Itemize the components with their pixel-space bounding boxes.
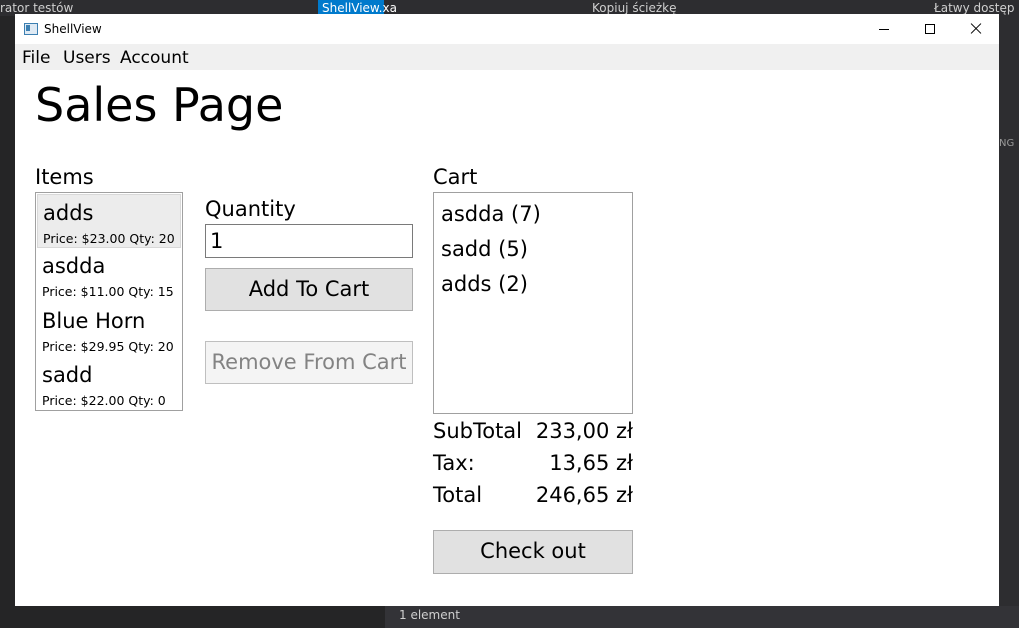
cart-list[interactable]: asdda (7) sadd (5) adds (2)	[433, 192, 633, 414]
item-price-qty: Price: $22.00 Qty: 0	[42, 393, 166, 408]
menu-account[interactable]: Account	[120, 48, 189, 68]
ide-tab-label[interactable]: rator testów	[0, 1, 73, 15]
items-label: Items	[35, 165, 94, 189]
ide-toolbar-easy-access[interactable]: Łatwy dostęp	[934, 1, 1014, 15]
app-icon	[24, 23, 38, 35]
remove-from-cart-button[interactable]: Remove From Cart	[205, 341, 413, 384]
title-bar[interactable]: ShellView	[15, 14, 999, 44]
item-name: sadd	[42, 363, 93, 387]
list-item[interactable]: sadd Price: $22.00 Qty: 0	[37, 357, 181, 411]
ide-right-text: NG	[999, 138, 1015, 149]
check-out-button[interactable]: Check out	[433, 530, 633, 574]
menu-file[interactable]: File	[22, 48, 50, 68]
list-item[interactable]: asdda Price: $11.00 Qty: 15	[37, 248, 181, 302]
list-item[interactable]: Blue Horn Price: $29.95 Qty: 20	[37, 303, 181, 357]
item-price-qty: Price: $29.95 Qty: 20	[42, 339, 174, 354]
ide-right-panel: NG	[999, 16, 1019, 628]
total-value: 246,65 zł	[535, 483, 633, 507]
subtotal-value: 233,00 zł	[535, 419, 633, 443]
list-item[interactable]: adds Price: $23.00 Qty: 20	[37, 194, 181, 248]
quantity-label: Quantity	[205, 197, 296, 221]
quantity-input[interactable]: 1	[205, 224, 413, 258]
close-button[interactable]	[953, 14, 999, 44]
item-price-qty: Price: $11.00 Qty: 15	[42, 284, 174, 299]
maximize-button[interactable]	[907, 14, 953, 44]
total-label: Total	[433, 483, 483, 507]
item-price-qty: Price: $23.00 Qty: 20	[43, 231, 175, 246]
tax-value: 13,65 zł	[549, 451, 633, 475]
item-name: Blue Horn	[42, 309, 146, 333]
status-text: 1 element	[399, 608, 460, 622]
tax-label: Tax:	[433, 451, 475, 475]
cart-item[interactable]: asdda (7)	[441, 202, 541, 226]
page-title: Sales Page	[35, 78, 284, 132]
ide-toolbar-copy-path[interactable]: Kopiuj ścieżkę	[592, 1, 677, 15]
items-list[interactable]: adds Price: $23.00 Qty: 20 asdda Price: …	[35, 192, 183, 411]
subtotal-label: SubTotal	[433, 419, 523, 443]
window-title: ShellView	[44, 22, 102, 36]
ide-left-panel	[0, 16, 15, 628]
shell-window: ShellView File Users Account Sales Page …	[15, 14, 999, 606]
add-to-cart-button[interactable]: Add To Cart	[205, 268, 413, 311]
minimize-button[interactable]	[861, 14, 907, 44]
item-name: asdda	[42, 254, 106, 278]
menu-users[interactable]: Users	[63, 48, 111, 68]
cart-item[interactable]: sadd (5)	[441, 237, 528, 261]
item-name: adds	[43, 201, 94, 225]
menu-bar: File Users Account	[15, 44, 999, 70]
cart-label: Cart	[433, 165, 478, 189]
cart-item[interactable]: adds (2)	[441, 272, 528, 296]
ide-active-tab-label: ShellView.xa	[322, 1, 397, 15]
status-bar: 1 element	[385, 606, 1019, 628]
